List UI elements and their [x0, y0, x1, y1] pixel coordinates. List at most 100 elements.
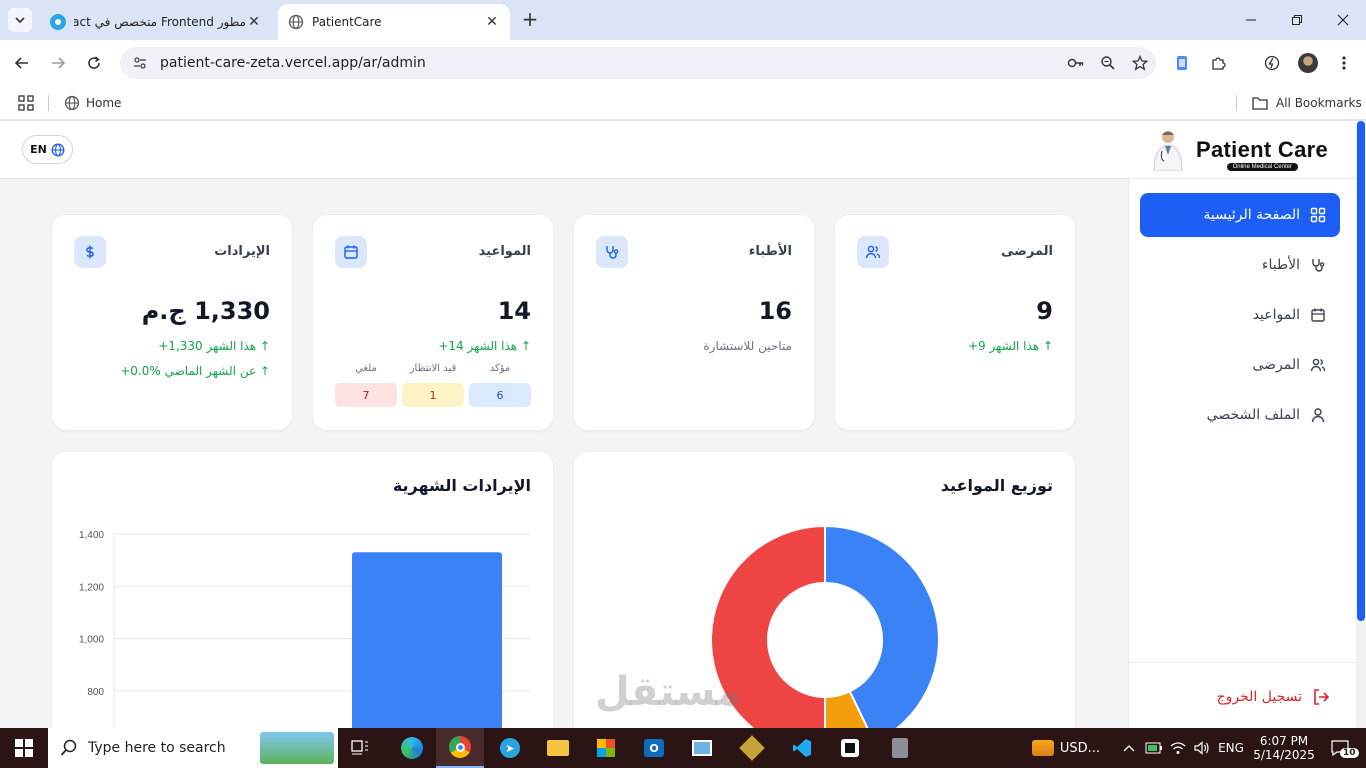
photos-app-icon[interactable]	[680, 728, 724, 768]
patient-care-logo[interactable]: Patient Care Online Medical Center	[1148, 125, 1328, 175]
trend-text: +0.0% عن الشهر الماضي	[120, 364, 257, 378]
bookmarks-divider	[48, 95, 49, 111]
arrow-right-icon	[52, 57, 66, 69]
file-explorer-icon[interactable]	[536, 728, 580, 768]
edge-app-icon[interactable]	[390, 728, 434, 768]
calculator-app-icon[interactable]	[878, 728, 922, 768]
taskbar-clock[interactable]: 6:07 PM 5/14/2025	[1250, 728, 1318, 768]
stat-label: الأطباء	[748, 244, 792, 259]
tab-close-icon[interactable]: ✕	[484, 14, 500, 30]
language-text: ENG	[1218, 741, 1244, 755]
sidebar-item-doctors[interactable]: الأطباء	[1140, 243, 1340, 287]
back-button[interactable]	[8, 49, 36, 77]
language-label: EN	[30, 143, 47, 156]
app-header: EN Patient Care Online Medical Center	[0, 121, 1356, 179]
tab-mostaql[interactable]: مطور Frontend متخصص في React ✕	[40, 4, 272, 40]
tab-close-icon[interactable]: ✕	[246, 14, 262, 30]
tab-search-button[interactable]	[8, 8, 32, 32]
task-view-icon[interactable]	[340, 728, 380, 768]
close-icon	[1337, 14, 1349, 26]
performance-icon[interactable]	[1258, 49, 1286, 77]
status-count: 7	[335, 383, 397, 407]
scrollbar-thumb[interactable]	[1357, 121, 1365, 621]
doctors-stat-card: الأطباء 16 متاحين للاستشارة	[574, 215, 814, 430]
status-cancelled: ملغي 7	[335, 363, 397, 407]
new-tab-button[interactable]: +	[518, 8, 542, 32]
stat-label: الإيرادات	[214, 244, 270, 259]
microsoft-store-icon[interactable]	[584, 728, 628, 768]
sidebar-item-profile[interactable]: الملف الشخصي	[1140, 393, 1340, 437]
notifications-button[interactable]: 10	[1320, 728, 1360, 768]
tab-title: مطور Frontend متخصص في React	[74, 15, 246, 29]
vscode-app-icon[interactable]	[780, 728, 824, 768]
web-page: EN Patient Care Online Medical Center ال…	[0, 121, 1366, 728]
input-language-indicator[interactable]: ENG	[1214, 728, 1248, 768]
y-tick-label: 1,400	[79, 530, 104, 541]
url-text: patient-care-zeta.vercel.app/ar/admin	[160, 55, 426, 71]
all-bookmarks-button[interactable]: All Bookmarks	[1252, 92, 1362, 114]
forward-button[interactable]	[44, 49, 72, 77]
appointment-status-breakdown: مؤكد 6 قيد الانتظار 1 ملغي 7	[335, 363, 531, 413]
sidebar-item-dashboard[interactable]: الصفحة الرئيسية	[1140, 193, 1340, 237]
stat-label: المواعيد	[478, 244, 531, 259]
start-button[interactable]	[0, 728, 48, 768]
bookmarks-bar: Home All Bookmarks	[0, 86, 1366, 120]
bar-chart: 4006008001,0001,2001,400	[79, 530, 530, 728]
taskbar-search-box[interactable]: Type here to search	[48, 728, 338, 768]
calendar-icon	[335, 236, 367, 268]
language-switch-button[interactable]: EN	[22, 135, 73, 164]
donut-chart	[710, 524, 940, 728]
search-placeholder: Type here to search	[88, 740, 226, 756]
tray-chevron-up-icon[interactable]	[1118, 728, 1140, 768]
revenue-bar-0	[352, 552, 502, 728]
page-scrollbar[interactable]	[1356, 121, 1366, 728]
notification-count-badge: 10	[1340, 748, 1359, 758]
currency-widget[interactable]: USD...	[1026, 728, 1106, 768]
restore-icon	[1292, 15, 1302, 25]
extension-clipboard-icon[interactable]	[1168, 49, 1196, 77]
extensions-puzzle-icon[interactable]	[1204, 49, 1232, 77]
profile-avatar[interactable]	[1294, 49, 1322, 77]
bookmark-star-icon[interactable]	[1124, 55, 1156, 71]
minimize-button[interactable]	[1228, 0, 1274, 40]
search-highlight-image	[260, 732, 334, 764]
users-icon	[1310, 358, 1326, 372]
terminal-app-icon[interactable]	[828, 728, 872, 768]
stat-subtitle: متاحين للاستشارة	[703, 339, 792, 353]
design-app-icon[interactable]	[728, 728, 776, 768]
sidebar-item-appointments[interactable]: المواعيد	[1140, 293, 1340, 337]
globe-icon	[64, 95, 80, 111]
restore-button[interactable]	[1274, 0, 1320, 40]
stat-value: 14	[497, 297, 531, 325]
menu-kebab-icon[interactable]	[1330, 49, 1358, 77]
password-key-icon[interactable]	[1060, 56, 1092, 70]
browser-tab-bar: مطور Frontend متخصص في React ✕ PatientCa…	[0, 0, 1366, 40]
close-window-button[interactable]	[1320, 0, 1366, 40]
tab-patientcare[interactable]: PatientCare ✕	[278, 4, 510, 40]
outlook-app-icon[interactable]: O	[632, 728, 676, 768]
logout-label: تسجيل الخروج	[1216, 689, 1302, 705]
currency-text: USD...	[1059, 740, 1101, 756]
bookmark-home[interactable]: Home	[64, 92, 121, 114]
status-confirmed: مؤكد 6	[469, 363, 531, 407]
logout-button[interactable]: تسجيل الخروج	[1140, 675, 1340, 719]
apps-grid-icon[interactable]	[18, 92, 34, 114]
windows-taskbar: Type here to search ➤ O USD... ENG 6:07 …	[0, 728, 1366, 768]
battery-icon[interactable]	[1142, 728, 1166, 768]
wifi-icon[interactable]	[1166, 728, 1190, 768]
stat-value: 9	[1036, 297, 1053, 325]
clock-date: 5/14/2025	[1253, 748, 1315, 762]
patients-stat-card: المرضى 9 +9 هذا الشهر ↑	[835, 215, 1075, 430]
sidebar-item-patients[interactable]: المرضى	[1140, 343, 1340, 387]
dollar-icon	[74, 236, 106, 268]
chrome-app-icon[interactable]	[436, 728, 484, 768]
site-info-icon[interactable]	[124, 55, 156, 71]
zoom-icon[interactable]	[1092, 55, 1124, 71]
volume-icon[interactable]	[1190, 728, 1214, 768]
bookmark-label: Home	[86, 96, 122, 110]
address-bar[interactable]: patient-care-zeta.vercel.app/ar/admin	[120, 47, 1156, 79]
sidebar-divider	[1129, 662, 1356, 663]
reload-button[interactable]	[80, 49, 108, 77]
telegram-app-icon[interactable]: ➤	[488, 728, 532, 768]
appointments-stat-card: المواعيد 14 +14 هذا الشهر ↑ مؤكد 6 قيد ا…	[313, 215, 553, 430]
